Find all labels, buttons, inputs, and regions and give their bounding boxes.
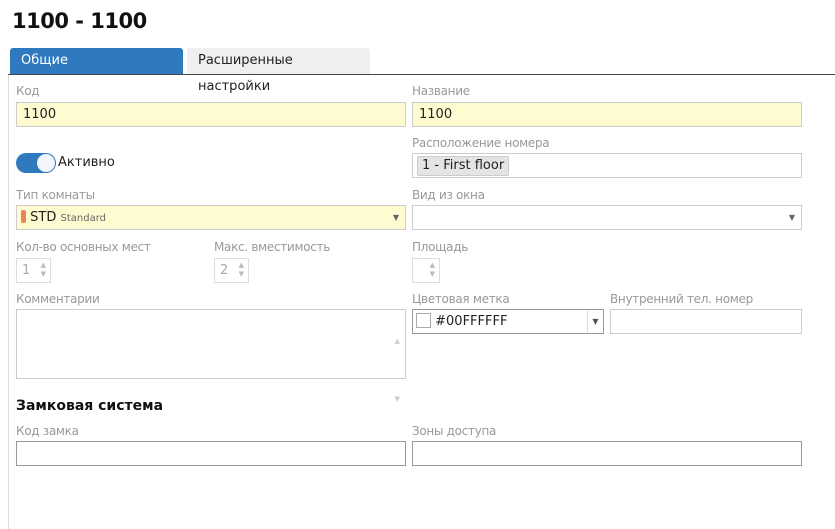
spinner-arrows-icon[interactable]: ▲ ▼ xyxy=(430,261,435,279)
toggle-knob xyxy=(37,154,55,172)
active-toggle[interactable] xyxy=(16,153,56,173)
area-stepper[interactable]: ▲ ▼ xyxy=(412,258,440,283)
beds-label: Кол-во основных мест xyxy=(16,240,151,254)
code-label: Код xyxy=(16,84,40,98)
panel-border xyxy=(8,75,9,529)
beds-stepper[interactable]: 1 ▲ ▼ xyxy=(16,258,51,283)
lock-section-title: Замковая система xyxy=(16,398,164,414)
access-zones-input[interactable] xyxy=(412,441,802,466)
tab-divider xyxy=(8,74,835,75)
beds-value: 1 xyxy=(22,263,31,278)
phone-label: Внутренний тел. номер xyxy=(610,292,753,306)
active-label: Активно xyxy=(58,155,115,170)
area-label: Площадь xyxy=(412,240,468,254)
comments-label: Комментарии xyxy=(16,292,100,306)
chevron-down-icon[interactable]: ▼ xyxy=(587,310,603,333)
name-input[interactable]: 1100 xyxy=(412,102,802,127)
phone-input[interactable] xyxy=(610,309,802,334)
room-type-select[interactable]: STD Standard ▼ xyxy=(16,205,406,230)
comments-textarea[interactable]: ▲ ▼ xyxy=(16,309,406,403)
capacity-value: 2 xyxy=(220,263,229,278)
color-swatch xyxy=(416,313,431,328)
spinner-arrows-icon[interactable]: ▲ ▼ xyxy=(239,261,244,279)
tab-advanced[interactable]: Расширенные настройки xyxy=(187,48,370,94)
location-tag[interactable]: 1 - First floor xyxy=(417,156,510,176)
color-tag-label: Цветовая метка xyxy=(412,292,510,306)
room-type-name: Standard xyxy=(60,213,106,224)
page-title: 1100 - 1100 xyxy=(12,9,147,33)
view-select[interactable]: ▼ xyxy=(412,205,802,230)
spinner-arrows-icon[interactable]: ▲ ▼ xyxy=(41,261,46,279)
tab-general[interactable]: Общие характеристики xyxy=(10,48,183,94)
room-type-code: STD xyxy=(30,210,57,225)
view-label: Вид из окна xyxy=(412,188,485,202)
color-tag-picker[interactable]: #00FFFFFF ▼ xyxy=(412,309,604,334)
location-label: Расположение номера xyxy=(412,136,550,150)
access-zones-label: Зоны доступа xyxy=(412,424,497,438)
location-input[interactable]: 1 - First floor xyxy=(412,153,802,178)
name-label: Название xyxy=(412,84,470,98)
chevron-down-icon: ▼ xyxy=(788,213,795,222)
capacity-label: Макс. вместимость xyxy=(214,240,331,254)
code-input[interactable]: 1100 xyxy=(16,102,406,127)
room-type-color-swatch xyxy=(21,210,26,223)
color-tag-value: #00FFFFFF xyxy=(435,314,508,329)
lock-code-label: Код замка xyxy=(16,424,79,438)
capacity-stepper[interactable]: 2 ▲ ▼ xyxy=(214,258,249,283)
room-type-label: Тип комнаты xyxy=(16,188,95,202)
chevron-down-icon: ▼ xyxy=(392,213,399,222)
lock-code-input[interactable] xyxy=(16,441,406,466)
scroll-arrows-icon[interactable]: ▲ ▼ xyxy=(395,312,400,428)
